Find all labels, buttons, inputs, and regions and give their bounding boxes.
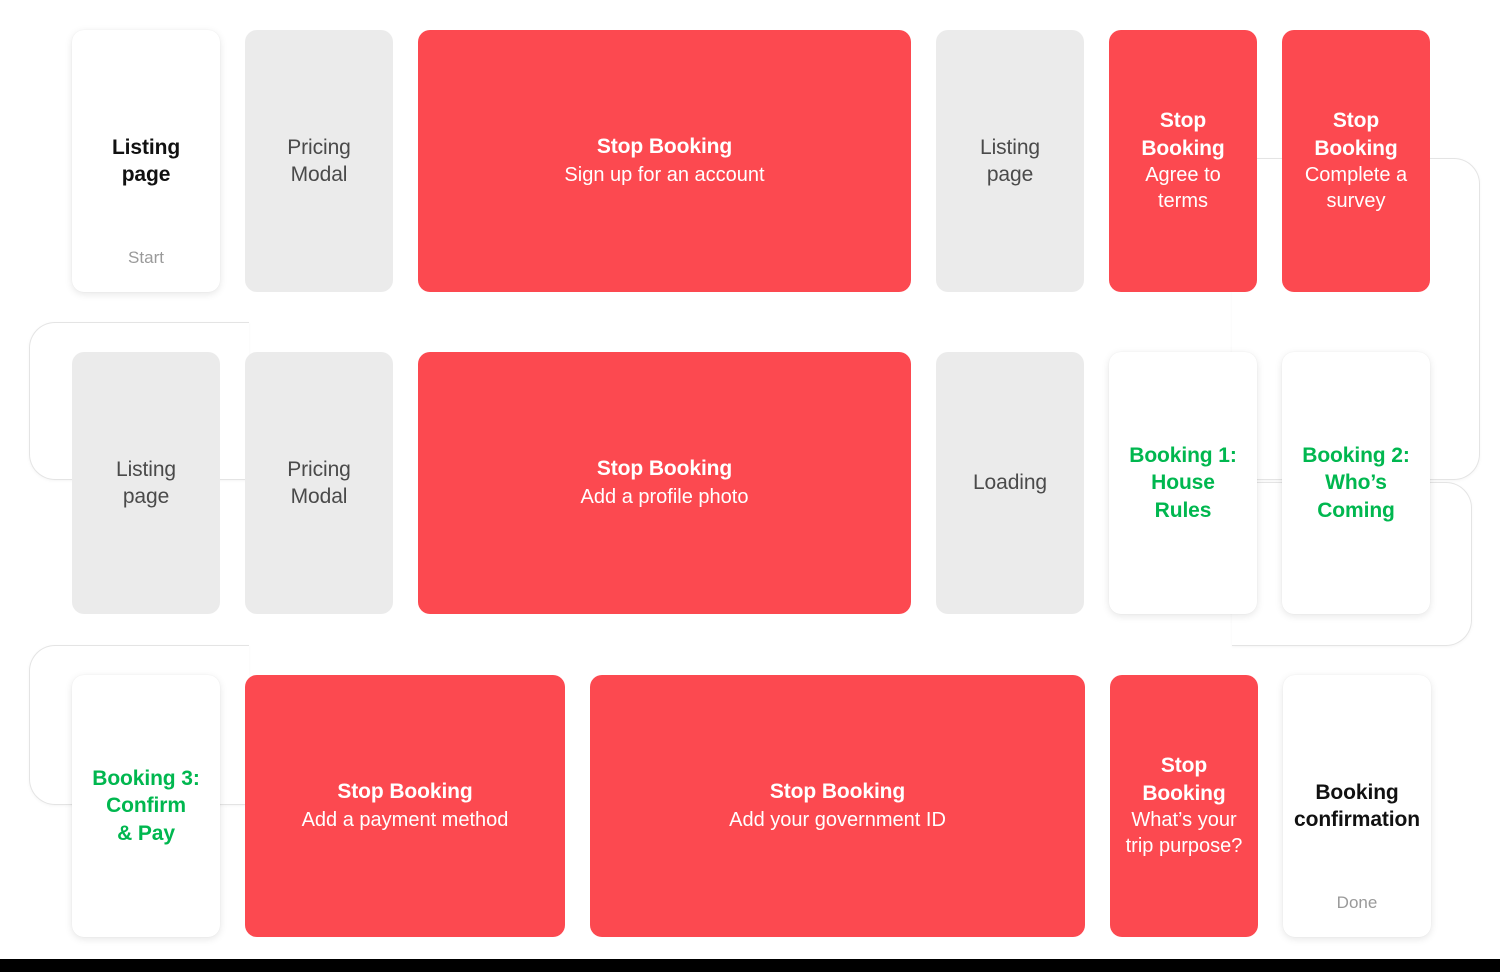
card-title: Pricing Modal: [287, 457, 351, 508]
card-title: Stop Booking: [596, 457, 733, 481]
card-title: Booking 1: House Rules: [1129, 444, 1237, 522]
flow-diagram-canvas: Listing page Start Pricing Modal Stop Book…: [0, 0, 1500, 972]
card-title: Pricing Modal: [287, 135, 351, 186]
card-title: Stop Booking: [1314, 109, 1398, 160]
step-card-stop-booking-trip-purpose[interactable]: Stop Booking What’s your trip purpose?: [1110, 675, 1258, 937]
step-card-stop-booking-profile-photo[interactable]: Stop Booking Add a profile photo: [418, 352, 911, 614]
step-card-listing-page-start[interactable]: Listing page Start: [72, 30, 220, 292]
bottom-rule: [0, 959, 1500, 972]
step-card-stop-booking-agree-to-terms[interactable]: Stop Booking Agree to terms: [1109, 30, 1257, 292]
card-footnote-done: Done: [1336, 893, 1378, 912]
card-title: Booking 3: Confirm & Pay: [92, 767, 200, 845]
flow-row-2: Listing page Pricing Modal Stop Booking Ad…: [72, 352, 1430, 614]
card-subtitle: Sign up for an account: [564, 164, 765, 187]
card-subtitle: Agree to terms: [1145, 163, 1221, 213]
card-subtitle: Add your government ID: [729, 809, 946, 832]
card-subtitle: Complete a survey: [1304, 163, 1408, 213]
card-subtitle: Add a payment method: [301, 809, 509, 832]
card-title: Stop Booking: [769, 780, 906, 804]
step-card-stop-booking-complete-survey[interactable]: Stop Booking Complete a survey: [1282, 30, 1430, 292]
step-card-booking-3-confirm-and-pay[interactable]: Booking 3: Confirm & Pay: [72, 675, 220, 937]
step-card-stop-booking-payment-method[interactable]: Stop Booking Add a payment method: [245, 675, 565, 937]
step-card-loading[interactable]: Loading: [936, 352, 1084, 614]
card-footnote-start: Start: [128, 248, 164, 267]
step-card-booking-confirmation-done[interactable]: Booking confirmation Done: [1283, 675, 1431, 937]
step-card-listing-page[interactable]: Listing page: [936, 30, 1084, 292]
step-card-stop-booking-government-id[interactable]: Stop Booking Add your government ID: [590, 675, 1085, 937]
step-card-booking-1-house-rules[interactable]: Booking 1: House Rules: [1109, 352, 1257, 614]
step-card-listing-page-2[interactable]: Listing page: [72, 352, 220, 614]
card-title: Stop Booking: [337, 780, 473, 804]
step-card-pricing-modal[interactable]: Pricing Modal: [245, 30, 393, 292]
flow-row-1: Listing page Start Pricing Modal Stop Book…: [72, 30, 1430, 292]
card-title: Stop Booking: [1142, 754, 1226, 805]
card-title: Booking 2: Who’s Coming: [1302, 444, 1410, 522]
flow-row-3: Booking 3: Confirm & Pay Stop Booking Add …: [72, 675, 1431, 937]
card-subtitle: What’s your trip purpose?: [1125, 808, 1243, 858]
card-title: Booking confirmation: [1294, 780, 1420, 831]
card-title: Stop Booking: [1141, 109, 1225, 160]
card-title: Listing page: [111, 135, 181, 186]
card-title: Listing page: [115, 457, 176, 508]
step-card-pricing-modal-2[interactable]: Pricing Modal: [245, 352, 393, 614]
card-title: Listing page: [979, 135, 1040, 186]
step-card-booking-2-whos-coming[interactable]: Booking 2: Who’s Coming: [1282, 352, 1430, 614]
card-title: Loading: [972, 471, 1048, 495]
card-subtitle: Add a profile photo: [580, 486, 749, 509]
card-title: Stop Booking: [596, 135, 733, 159]
step-card-stop-booking-sign-up[interactable]: Stop Booking Sign up for an account: [418, 30, 911, 292]
